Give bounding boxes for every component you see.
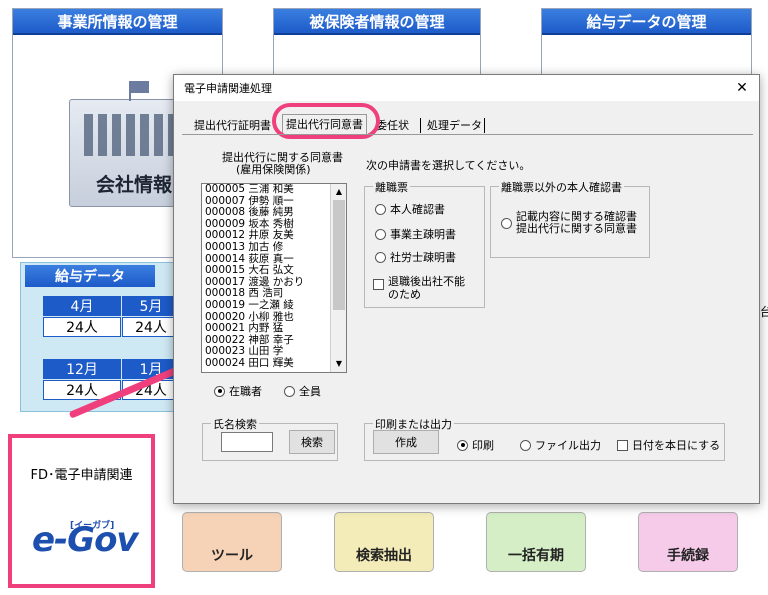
employee-list-rows: 000005 三浦 和美 000007 伊勢 順一 000008 後藤 純男 0000… [202, 184, 330, 370]
filter-enrolled-radio[interactable]: 在職者 [214, 383, 262, 399]
list-scrollbar[interactable]: ▲ ▼ [330, 184, 346, 372]
salary-mgmt-title: 給与データの管理 [542, 9, 751, 35]
print-output-group: 印刷または出力 作成 印刷 ファイル出力 日付を本日にする [364, 416, 725, 461]
right-edge-text: 台 [760, 305, 768, 319]
insured-info-title: 被保険者情報の管理 [274, 9, 480, 35]
scroll-thumb[interactable] [333, 200, 345, 310]
list-item[interactable]: 000013 加古 修 [202, 241, 330, 254]
office-info-title: 事業所情報の管理 [13, 9, 222, 35]
radio-icon [501, 217, 512, 229]
radio-icon [284, 385, 295, 397]
radio-icon [375, 228, 386, 240]
flag-icon [131, 81, 149, 93]
print-label: 印刷 [472, 439, 494, 452]
checkbox-icon [373, 279, 384, 290]
search-extract-label: 検索抽出 [356, 548, 412, 564]
unable-to-work-checkbox[interactable]: 退職後出社不能のため [373, 275, 473, 301]
tools-label: ツール [211, 548, 253, 564]
tab-separator [484, 118, 485, 133]
bulk-term-button[interactable]: 一括有期 [486, 512, 586, 572]
radio-selected-icon [214, 385, 225, 397]
employer-explanation-radio[interactable]: 事業主疎明書 [375, 226, 456, 242]
list-item[interactable]: 000019 一之瀬 綾 [202, 299, 330, 312]
radio-selected-icon [457, 439, 468, 451]
list-item[interactable]: 000015 大石 弘文 [202, 265, 330, 277]
close-icon[interactable]: ✕ [733, 79, 751, 97]
search-extract-button[interactable]: 検索抽出 [334, 512, 434, 572]
insured-info-tile[interactable]: 被保険者情報の管理 [273, 8, 481, 78]
name-search-group: 氏名検索 検索 [202, 416, 338, 461]
salary-data-title: 給与データ [25, 265, 155, 287]
consent-document-line2: 提出代行に関する同意書 [516, 222, 637, 235]
e-application-dialog: 電子申請関連処理 ✕ 提出代行証明書 提出代行同意書 委任状 処理データ 提出代… [173, 74, 760, 504]
fd-egov-button[interactable]: FD･電子申請関連 e-Gov [イーガブ] [8, 434, 155, 588]
radio-icon [375, 251, 386, 263]
list-item[interactable]: 000024 田口 輝美 [202, 357, 330, 370]
fd-egov-label: FD･電子申請関連 [30, 468, 133, 483]
dialog-titlebar: 電子申請関連処理 ✕ [174, 75, 759, 101]
headcount-cell: 24人 [122, 317, 180, 337]
building-icon [84, 114, 184, 156]
list-subheading: (雇用保険関係) [236, 163, 311, 176]
file-output-radio[interactable]: ファイル出力 [520, 437, 601, 453]
name-search-input[interactable] [221, 432, 273, 452]
list-item[interactable]: 000021 内野 猛 [202, 323, 330, 335]
month-cell[interactable]: 5月 [122, 296, 180, 316]
tab-separator [420, 118, 421, 133]
procedure-record-label: 手続録 [667, 548, 709, 564]
consent-document-text: 記載内容に関する確認書 提出代行に関する同意書 [516, 211, 637, 235]
create-button[interactable]: 作成 [373, 430, 439, 454]
filter-all-radio[interactable]: 全員 [284, 383, 321, 399]
leave-slip-title: 離職票 [373, 179, 410, 195]
checkbox-icon [617, 439, 628, 451]
salary-mgmt-tile[interactable]: 給与データの管理 [541, 8, 752, 78]
name-search-title: 氏名検索 [211, 416, 259, 432]
filter-enrolled-label: 在職者 [229, 385, 262, 398]
bulk-term-label: 一括有期 [508, 548, 564, 564]
date-today-label: 日付を本日にする [632, 439, 721, 452]
sharoushi-explanation-label: 社労士疎明書 [390, 251, 456, 264]
sharoushi-explanation-radio[interactable]: 社労士疎明書 [375, 249, 456, 265]
unable-to-work-label: 退職後出社不能のため [388, 275, 465, 301]
instruction-text: 次の申請書を選択してください。 [366, 159, 531, 172]
print-radio[interactable]: 印刷 [457, 437, 494, 453]
list-item[interactable]: 000005 三浦 和美 [202, 184, 330, 196]
date-today-checkbox[interactable]: 日付を本日にする [617, 437, 720, 453]
tab-proxy-certificate[interactable]: 提出代行証明書 [191, 116, 274, 135]
scroll-down-icon[interactable]: ▼ [332, 357, 346, 371]
other-identity-title: 離職票以外の本人確認書 [499, 179, 624, 195]
egov-logo-sub: [イーガブ] [70, 521, 115, 531]
employer-explanation-label: 事業主疎明書 [390, 228, 456, 241]
radio-icon [375, 203, 386, 215]
month-cell[interactable]: 4月 [43, 296, 121, 316]
procedure-record-button[interactable]: 手続録 [638, 512, 738, 572]
employee-listbox[interactable]: 000005 三浦 和美 000007 伊勢 順一 000008 後藤 純男 0000… [201, 183, 347, 373]
salary-data-panel: 給与データ 4月 5月 24人 24人 12月 1月 24人 24人 [20, 262, 180, 412]
headcount-cell: 24人 [43, 317, 121, 337]
tools-button[interactable]: ツール [182, 512, 282, 572]
scroll-up-icon[interactable]: ▲ [332, 185, 346, 199]
search-button[interactable]: 検索 [289, 430, 335, 454]
identity-check-radio[interactable]: 本人確認書 [375, 201, 445, 217]
identity-check-label: 本人確認書 [390, 203, 445, 216]
month-cell[interactable]: 12月 [43, 359, 121, 379]
consent-document-radio[interactable]: 記載内容に関する確認書 提出代行に関する同意書 [501, 211, 637, 235]
dialog-title: 電子申請関連処理 [184, 82, 272, 95]
file-output-label: ファイル出力 [535, 439, 601, 452]
tab-processing-data[interactable]: 処理データ [424, 116, 485, 135]
radio-icon [520, 439, 531, 451]
filter-all-label: 全員 [299, 385, 321, 398]
leave-slip-group: 離職票 本人確認書 事業主疎明書 社労士疎明書 退職後出社不能のため [364, 179, 485, 308]
other-identity-group: 離職票以外の本人確認書 記載内容に関する確認書 提出代行に関する同意書 [490, 179, 650, 258]
